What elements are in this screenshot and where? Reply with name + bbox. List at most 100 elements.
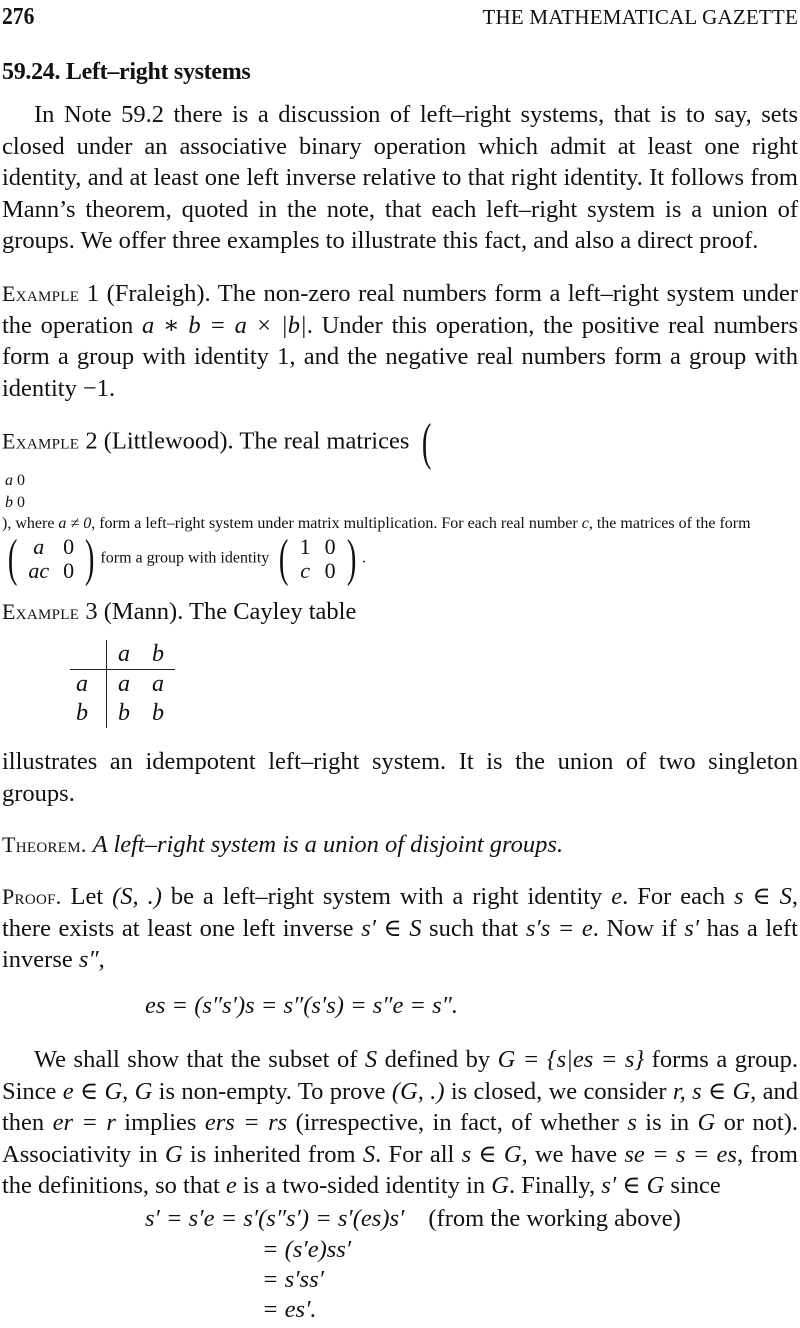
math: G [491,1172,509,1199]
theorem-text: Theorem. A left–right system is a union … [2,829,798,861]
math: r, s ∈ G [672,1077,751,1105]
example-2-text-f: . [361,549,366,567]
example-3-text: Example 3 (Mann). The Cayley table [2,596,798,628]
proof-text: Let [70,883,113,910]
math: ers = rs [204,1109,288,1136]
cayley-column-header: b [141,640,175,670]
matrix-cell: a [33,534,45,559]
example-number: 3 [85,598,98,625]
proof-text: We shall show that the subset of [34,1046,365,1073]
matrix-ab00: ( [421,414,431,471]
proof-label: Proof. [2,884,62,909]
proof-text: is a two-sided identity in [236,1172,492,1199]
matrix-cell: ac [28,558,50,583]
proof-text: is inherited from [182,1140,363,1168]
math: G [697,1109,716,1136]
example-2-text-d: , the matrices of the form [588,515,751,532]
example-3-conclusion: illustrates an idempotent left–right sys… [2,746,798,809]
note-title: 59.24. Left–right systems [2,59,251,85]
math: s ∈ G [461,1140,522,1168]
example-label: Example [2,428,80,454]
proof-text: since [664,1172,721,1199]
example-number: 1 [86,280,100,307]
math: s′ ∈ S [361,914,422,942]
cayley-header-row: a b [70,640,175,670]
proof-paragraph-2-text: We shall show that the subset of S defin… [2,1044,798,1202]
derivation-line: s′ = s′e = s′(s″s′) = s′(es)s′ (from the … [145,1203,681,1234]
math: S [364,1046,378,1073]
matrix-cell: 0 [17,494,25,511]
math: e [611,883,623,910]
theorem-statement: A left–right system is a union of disjoi… [92,831,564,858]
math: s [627,1109,637,1136]
cayley-cell: b [118,700,130,726]
example-2-text-a: (Littlewood). The real matrices [103,427,410,455]
math: e [225,1172,237,1199]
math: s′s = e [525,914,593,942]
example-3: Example 3 (Mann). The Cayley table [2,596,798,628]
operation-formula: a ∗ b = a × |b| [141,311,307,339]
cayley-table: a b a a a b b b [70,640,175,728]
intro-paragraph: In Note 59.2 there is a discussion of le… [2,99,798,257]
variable-c: c [581,515,589,532]
proof-text: implies [115,1109,205,1136]
matrix-cell: 0 [17,472,25,489]
cayley-row-header: a [70,669,107,699]
example-1: Example 1 (Fraleigh). The non-zero real … [2,278,798,404]
math: (G, .) [391,1077,445,1105]
example-number: 2 [85,427,98,455]
cayley-column-header: a [106,640,141,670]
proof-text: is in [636,1109,698,1136]
page-number: 276 [2,4,35,30]
proof-text: is non-empty. To prove [152,1077,392,1105]
example-1-text: Example 1 (Fraleigh). The non-zero real … [2,278,798,404]
proof-text: be a left–right system with a right iden… [161,883,612,910]
math: s′ ∈ G [601,1172,665,1199]
proof: Proof. Let (S, .) be a left–right system… [2,881,798,976]
proof-paragraph-2: We shall show that the subset of S defin… [2,1044,798,1202]
matrix-cell: 0 [63,534,75,559]
example-2-text-c: , form a left–right system under matrix … [91,515,582,532]
proof-text: is closed, we consider [444,1077,673,1105]
proof-text: . Now if [592,914,685,942]
matrix-cell: 0 [63,558,75,583]
math: s″ [78,946,99,973]
cayley-row: b b b [70,699,175,728]
math: G = {s|es = s} [497,1046,645,1073]
math: (S, .) [112,883,162,910]
cayley-cell: a [118,671,130,697]
proof-paragraph-1: Proof. Let (S, .) be a left–right system… [2,881,798,976]
theorem: Theorem. A left–right system is a union … [2,829,798,861]
example-2-text-e: form a group with identity [100,549,270,567]
math: er = r [52,1109,116,1136]
matrix-cell: c [300,558,310,583]
matrix-cell: 1 [299,534,311,559]
proof-text: . Finally, [508,1172,602,1199]
example-label: Example [2,599,80,624]
derivation-line: = (s′e)ss′ [262,1236,352,1263]
derivation-rhs: = s′(es)s′ [315,1205,405,1232]
math: s′ [684,914,700,942]
cayley-cell: a [152,671,164,697]
proof-text: , we have [521,1140,625,1168]
math: se = s = es [624,1140,737,1168]
matrix-identity: (1 0 c 0) [279,530,357,587]
example-3-after-text: illustrates an idempotent left–right sys… [2,748,798,807]
matrix-a-ac-00: (a 0 ac 0) [7,530,95,587]
math: s ∈ S [734,883,792,910]
derivation-lhs: s′ = s′e = s′(s″s′) [145,1205,316,1232]
cayley-row: a a a [70,669,175,699]
theorem-label: Theorem. [2,832,87,857]
proof-text: (irrespective, in fact, of whether [287,1109,628,1136]
proof-text: defined by [377,1046,498,1073]
matrix-cell: 0 [324,534,336,559]
proof-text: . For all [375,1140,462,1168]
math: G [164,1140,183,1168]
proof-text: , [98,946,105,973]
derivation-note: (from the working above) [428,1205,681,1232]
equation-es: es = (s″s′)s = s″(s′s) = s″e = s″. [145,992,458,1019]
derivation-line: = s′ss′ [262,1266,324,1293]
proof-text: such that [421,914,526,942]
journal-title: THE MATHEMATICAL GAZETTE [482,5,798,29]
example-2-line-1: Example 2 (Littlewood). The real matrice… [2,417,798,469]
